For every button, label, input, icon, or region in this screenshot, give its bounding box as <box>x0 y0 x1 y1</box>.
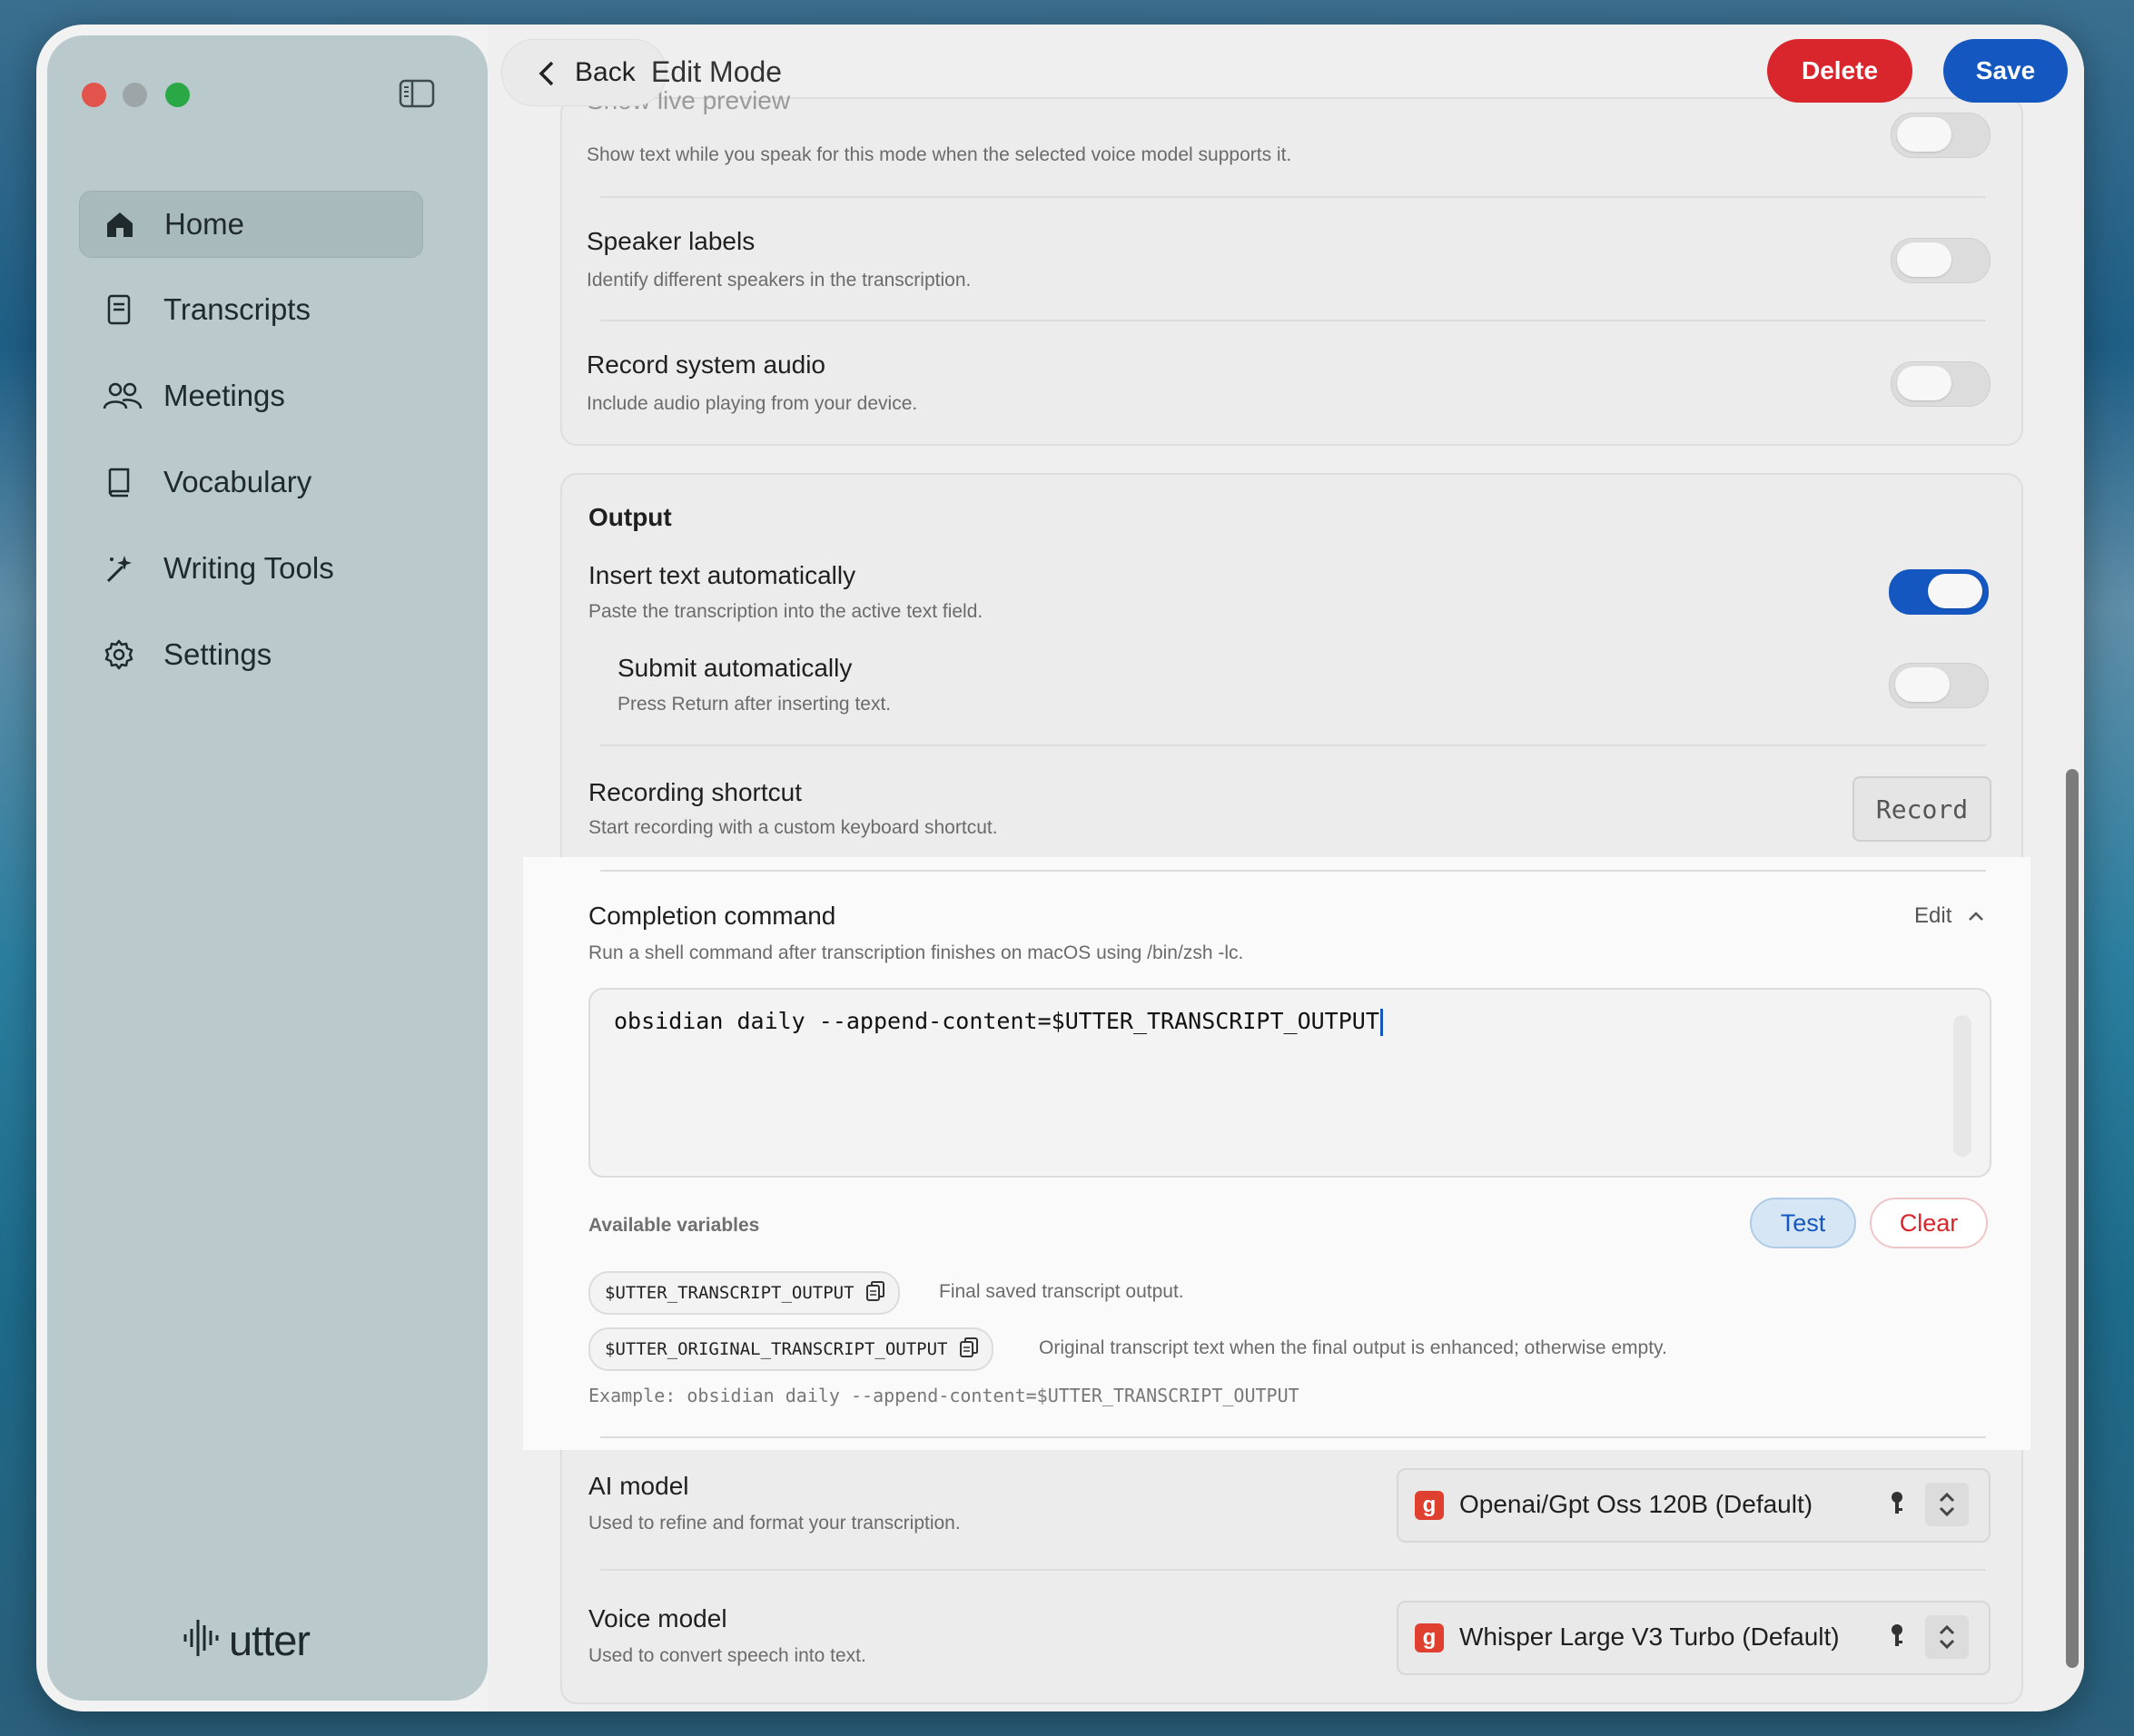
provider-logo-icon: g <box>1415 1623 1444 1652</box>
sparkle-wand-icon <box>103 552 135 585</box>
minimize-window-button[interactable] <box>123 83 147 107</box>
people-icon <box>103 380 143 412</box>
speaker-labels-toggle[interactable] <box>1891 238 1991 283</box>
main-content: Show live preview Show text while you sp… <box>488 25 2084 1711</box>
command-scrollbar[interactable] <box>1953 1015 1971 1157</box>
voice-model-desc: Used to convert speech into text. <box>588 1645 866 1666</box>
key-icon[interactable] <box>1889 1623 1905 1654</box>
variable-chip-original-transcript-output[interactable]: $UTTER_ORIGINAL_TRANSCRIPT_OUTPUT <box>588 1327 993 1371</box>
sidebar-item-writing-tools[interactable]: Writing Tools <box>79 536 421 601</box>
speaker-labels-desc: Identify different speakers in the trans… <box>587 270 972 291</box>
completion-command-title: Completion command <box>588 902 836 930</box>
record-system-audio-title: Record system audio <box>587 350 826 379</box>
copy-icon[interactable] <box>865 1280 885 1307</box>
delete-button[interactable]: Delete <box>1767 39 1912 103</box>
variable-chip-transcript-output[interactable]: $UTTER_TRANSCRIPT_OUTPUT <box>588 1271 900 1315</box>
divider <box>600 870 1986 872</box>
record-system-audio-desc: Include audio playing from your device. <box>587 393 918 414</box>
available-variables-label: Available variables <box>588 1215 760 1236</box>
record-system-audio-toggle[interactable] <box>1891 361 1991 407</box>
voice-model-value: Whisper Large V3 Turbo (Default) <box>1459 1623 1840 1651</box>
recording-options-card: Show live preview Show text while you sp… <box>560 86 2023 446</box>
test-command-button[interactable]: Test <box>1750 1198 1856 1248</box>
variable-name: $UTTER_TRANSCRIPT_OUTPUT <box>605 1283 855 1303</box>
home-icon <box>104 208 136 241</box>
insert-text-desc: Paste the transcription into the active … <box>588 601 983 622</box>
app-window: Home Transcripts Meetings Vocabulary Wri… <box>36 25 2084 1711</box>
edit-label: Edit <box>1914 903 1952 928</box>
sidebar-item-label: Transcripts <box>163 292 311 326</box>
completion-command-input[interactable]: obsidian daily --append-content=$UTTER_T… <box>588 988 1991 1178</box>
back-button[interactable]: Back <box>501 39 667 106</box>
page-title: Edit Mode <box>651 55 783 88</box>
ai-model-value: Openai/Gpt Oss 120B (Default) <box>1459 1490 1813 1518</box>
ai-model-desc: Used to refine and format your transcrip… <box>588 1513 961 1534</box>
completion-command-desc: Run a shell command after transcription … <box>588 942 1244 963</box>
sidebar: Home Transcripts Meetings Vocabulary Wri… <box>47 35 488 1701</box>
ai-model-select[interactable]: g Openai/Gpt Oss 120B (Default) <box>1397 1468 1991 1543</box>
divider <box>600 1436 1986 1438</box>
record-shortcut-button[interactable]: Record <box>1852 776 1991 842</box>
waveform-icon <box>182 1616 223 1664</box>
command-text: obsidian daily --append-content=$UTTER_T… <box>614 1008 1379 1034</box>
ai-model-title: AI model <box>588 1472 689 1500</box>
sidebar-item-label: Settings <box>163 637 272 671</box>
save-button[interactable]: Save <box>1943 39 2068 103</box>
text-caret <box>1379 1009 1383 1036</box>
sidebar-toggle-icon[interactable] <box>399 79 435 108</box>
gear-icon <box>103 638 135 671</box>
divider <box>600 1569 1986 1571</box>
divider <box>600 320 1986 321</box>
maximize-window-button[interactable] <box>165 83 190 107</box>
copy-icon[interactable] <box>959 1337 979 1363</box>
completion-edit-toggle[interactable]: Edit <box>1914 903 1985 929</box>
variable-name: $UTTER_ORIGINAL_TRANSCRIPT_OUTPUT <box>605 1339 948 1359</box>
output-heading: Output <box>588 503 672 531</box>
insert-text-toggle[interactable] <box>1889 569 1989 615</box>
variable-desc: Final saved transcript output. <box>939 1281 1184 1302</box>
live-preview-desc: Show text while you speak for this mode … <box>587 144 1292 165</box>
divider <box>600 196 1986 198</box>
key-icon[interactable] <box>1889 1490 1905 1522</box>
back-label: Back <box>575 57 636 87</box>
up-down-chevron-icon[interactable] <box>1925 1483 1969 1526</box>
document-icon <box>103 293 135 326</box>
sidebar-item-settings[interactable]: Settings <box>79 622 421 687</box>
recording-shortcut-title: Recording shortcut <box>588 778 803 806</box>
chevron-left-icon <box>537 60 557 92</box>
sidebar-item-label: Vocabulary <box>163 465 312 498</box>
variable-desc: Original transcript text when the final … <box>1039 1337 1667 1358</box>
submit-auto-toggle[interactable] <box>1889 663 1989 708</box>
sidebar-item-label: Home <box>164 207 245 241</box>
clear-command-button[interactable]: Clear <box>1870 1198 1988 1248</box>
recording-shortcut-desc: Start recording with a custom keyboard s… <box>588 817 998 838</box>
example-command: Example: obsidian daily --append-content… <box>588 1385 1299 1406</box>
voice-model-select[interactable]: g Whisper Large V3 Turbo (Default) <box>1397 1601 1991 1675</box>
divider <box>600 745 1986 746</box>
sidebar-item-vocabulary[interactable]: Vocabulary <box>79 449 421 515</box>
insert-text-title: Insert text automatically <box>588 561 856 589</box>
sidebar-item-home[interactable]: Home <box>79 191 423 258</box>
speaker-labels-title: Speaker labels <box>587 227 756 255</box>
submit-auto-title: Submit automatically <box>617 654 853 682</box>
sidebar-item-meetings[interactable]: Meetings <box>79 363 421 429</box>
chevron-up-icon <box>1969 912 1983 921</box>
app-logo: utter <box>182 1615 311 1665</box>
submit-auto-desc: Press Return after inserting text. <box>617 694 892 715</box>
close-window-button[interactable] <box>82 83 106 107</box>
main-scrollbar[interactable] <box>2066 769 2079 1668</box>
provider-logo-icon: g <box>1415 1491 1444 1520</box>
voice-model-title: Voice model <box>588 1604 727 1632</box>
toolbar: Back Edit Mode Delete Save <box>488 25 2084 124</box>
logo-text: utter <box>229 1616 311 1664</box>
book-icon <box>103 466 135 498</box>
sidebar-item-transcripts[interactable]: Transcripts <box>79 277 421 342</box>
sidebar-item-label: Writing Tools <box>163 551 334 585</box>
up-down-chevron-icon[interactable] <box>1925 1615 1969 1659</box>
sidebar-item-label: Meetings <box>163 379 285 412</box>
